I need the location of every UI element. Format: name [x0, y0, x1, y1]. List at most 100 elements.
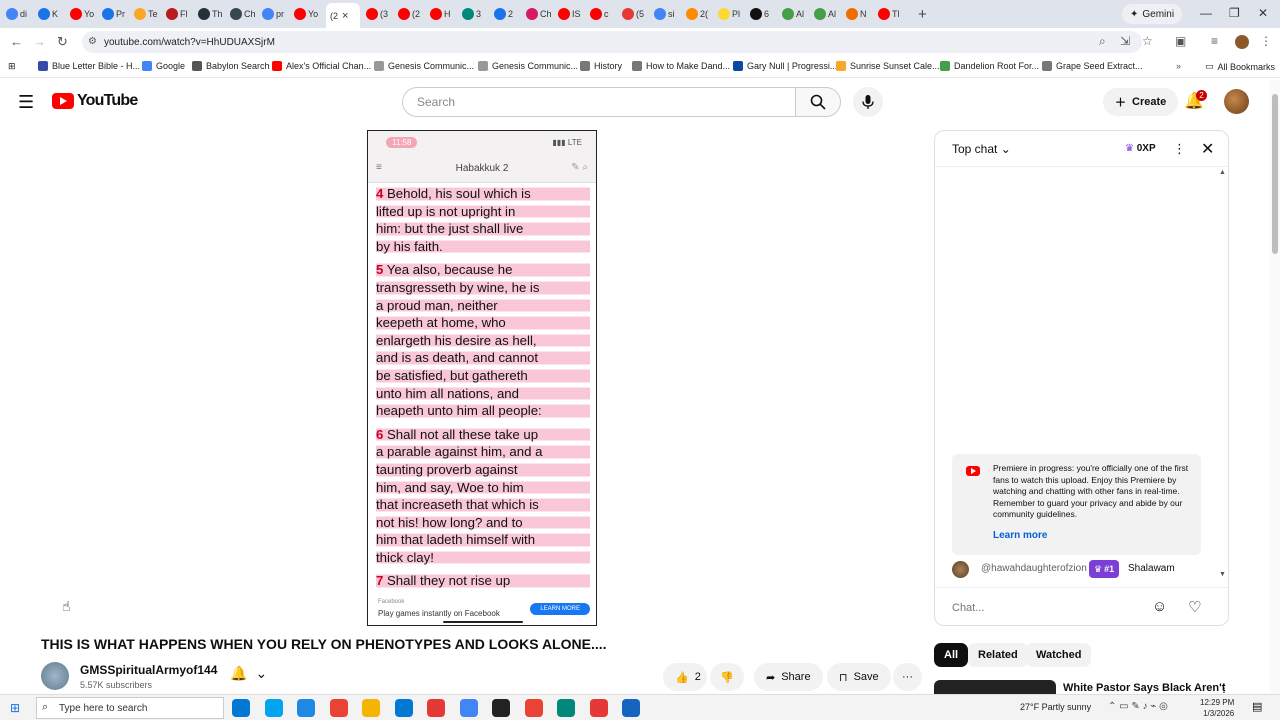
browser-tab[interactable]: (5 [622, 3, 648, 25]
notification-center-icon[interactable]: ▤ [1252, 700, 1262, 713]
tab-close-icon[interactable]: × [342, 10, 348, 22]
chat-mode-dropdown[interactable]: Top chat ⌄ [952, 142, 1011, 156]
share-button[interactable]: ➦ Share [754, 663, 823, 691]
bookmark-item[interactable]: Google [142, 61, 185, 71]
browser-tab[interactable]: Fl [166, 3, 192, 25]
save-button[interactable]: ⊓ Save [827, 663, 891, 691]
weather-widget[interactable]: 27°F Partly sunny [1020, 702, 1091, 712]
bookmark-item[interactable]: How to Make Dand... [632, 61, 730, 71]
browser-tab[interactable]: Pl [718, 3, 744, 25]
browser-tab[interactable]: H [430, 3, 456, 25]
video-player[interactable]: 11:58 ▮▮▮ LTE ≡ Habakkuk 2 ✎ ⌕ 4 Behold,… [367, 130, 597, 626]
browser-tab-active[interactable]: (2 × [326, 3, 360, 29]
chrome-profile-avatar[interactable] [1235, 35, 1249, 49]
reload-icon[interactable]: ↻ [57, 34, 68, 50]
tab-search-icon[interactable]: ▣ [1175, 34, 1186, 48]
bookmark-item[interactable]: Sunrise Sunset Cale... [836, 61, 940, 71]
install-app-icon[interactable]: ⇲ [1120, 34, 1130, 48]
bookmark-item[interactable]: Alex's Official Chan... [272, 61, 371, 71]
emoji-icon[interactable]: ☺ [1152, 598, 1167, 615]
hamburger-menu-icon[interactable]: ☰ [18, 92, 34, 113]
bookmark-item[interactable]: Blue Letter Bible - H... [38, 61, 140, 71]
chat-scroll-up-icon[interactable]: ▲ [1219, 169, 1226, 176]
browser-tab[interactable]: 2 [494, 3, 520, 25]
chip-watched[interactable]: Watched [1026, 643, 1092, 667]
taskbar-app-icon[interactable] [589, 699, 608, 717]
browser-tab[interactable]: 6 [750, 3, 776, 25]
like-button[interactable]: 👍 2 [663, 663, 707, 691]
browser-tab[interactable]: Tl [878, 3, 904, 25]
gemini-button[interactable]: ✦ Gemini [1122, 4, 1183, 24]
new-tab-icon[interactable]: + [918, 6, 927, 23]
chat-author[interactable]: @hawahdaughterofzion [981, 563, 1087, 574]
system-tray[interactable]: ⌃ ▭ ✎ ♪ ⌁ ◎ [1108, 701, 1168, 712]
search-input[interactable]: Search [402, 87, 796, 117]
browser-tab[interactable]: Al [814, 3, 840, 25]
windows-start-icon[interactable]: ⊞ [10, 701, 20, 715]
browser-tab[interactable]: si [654, 3, 680, 25]
voice-search-button[interactable] [853, 87, 883, 117]
taskbar-clock[interactable]: 12:29 PM 1/3/2026 [1200, 697, 1234, 719]
browser-tab[interactable]: Yo [70, 3, 96, 25]
browser-tab[interactable]: Ch [526, 3, 552, 25]
chip-all[interactable]: All [934, 643, 969, 667]
bookmarks-overflow-icon[interactable]: » [1176, 61, 1181, 71]
taskbar-app-icon[interactable] [232, 699, 250, 717]
browser-tab[interactable]: pr [262, 3, 288, 25]
taskbar-app-icon[interactable] [622, 699, 640, 717]
taskbar-app-icon[interactable] [264, 699, 283, 717]
back-icon[interactable]: ← [10, 34, 23, 49]
chat-close-icon[interactable]: ✕ [1201, 139, 1214, 159]
heart-icon[interactable]: ♡ [1188, 598, 1201, 616]
close-window-icon[interactable]: ✕ [1258, 6, 1268, 20]
browser-tab[interactable]: di [6, 3, 32, 25]
channel-name[interactable]: GMSSpiritualArmyof144 [80, 663, 217, 677]
chat-input[interactable] [952, 596, 1152, 620]
account-avatar[interactable] [1224, 89, 1249, 114]
page-scrollbar[interactable] [1270, 80, 1280, 694]
taskbar-search[interactable]: ⌕ Type here to search [36, 697, 224, 719]
chrome-menu-icon[interactable]: ⋮ [1260, 34, 1272, 48]
bookmark-item[interactable]: Grape Seed Extract... [1042, 61, 1143, 71]
forward-icon[interactable]: → [33, 34, 46, 49]
taskbar-app-icon[interactable] [329, 699, 348, 717]
taskbar-app-icon[interactable] [459, 699, 478, 717]
taskbar-app-icon[interactable] [394, 699, 413, 717]
browser-tab[interactable]: K [38, 3, 64, 25]
related-video-title[interactable]: White Pastor Says Black Aren't [1063, 682, 1225, 694]
youtube-logo[interactable]: YouTube [52, 92, 138, 110]
browser-tab[interactable]: 2( [686, 3, 712, 25]
browser-tab[interactable]: c [590, 3, 616, 25]
taskbar-app-icon[interactable] [557, 699, 575, 717]
restore-icon[interactable]: ❐ [1229, 6, 1240, 20]
taskbar-app-icon[interactable] [492, 699, 510, 717]
bookmark-item[interactable]: Dandelion Root For... [940, 61, 1039, 71]
chip-related[interactable]: Related [968, 643, 1028, 667]
bookmark-item[interactable]: Babylon Search [192, 61, 270, 71]
browser-tab[interactable]: Te [134, 3, 160, 25]
browser-tab[interactable]: (2 [398, 3, 424, 25]
browser-tab[interactable]: Al [782, 3, 808, 25]
scrollbar-thumb[interactable] [1272, 94, 1278, 254]
browser-tab[interactable]: N [846, 3, 872, 25]
learn-more-link[interactable]: Learn more [993, 530, 1047, 541]
related-more-icon[interactable]: ⋮ [1218, 681, 1230, 695]
related-video-thumbnail[interactable] [934, 680, 1056, 694]
all-bookmarks[interactable]: ▭ All Bookmarks [1205, 61, 1275, 72]
subscription-bell-button[interactable]: 🔔 ⌄ [230, 665, 267, 682]
chat-scroll-down-icon[interactable]: ▼ [1219, 571, 1226, 578]
bookmark-item[interactable]: History [580, 61, 622, 71]
media-controls-icon[interactable]: ≡ [1211, 34, 1218, 48]
bookmark-star-icon[interactable]: ☆ [1142, 34, 1153, 48]
browser-tab[interactable]: Yo [294, 3, 320, 25]
chat-xp[interactable]: ♛ 0XP [1125, 143, 1156, 154]
browser-tab[interactable]: Pr [102, 3, 128, 25]
browser-tab[interactable]: IS [558, 3, 584, 25]
taskbar-app-icon[interactable] [524, 699, 543, 717]
search-button[interactable] [795, 87, 841, 117]
browser-tab[interactable]: Th [198, 3, 224, 25]
more-actions-button[interactable]: ··· [893, 663, 922, 691]
taskbar-app-icon[interactable] [297, 699, 315, 717]
browser-tab[interactable]: Ch [230, 3, 256, 25]
site-info-icon[interactable]: ⚙ [88, 36, 97, 47]
